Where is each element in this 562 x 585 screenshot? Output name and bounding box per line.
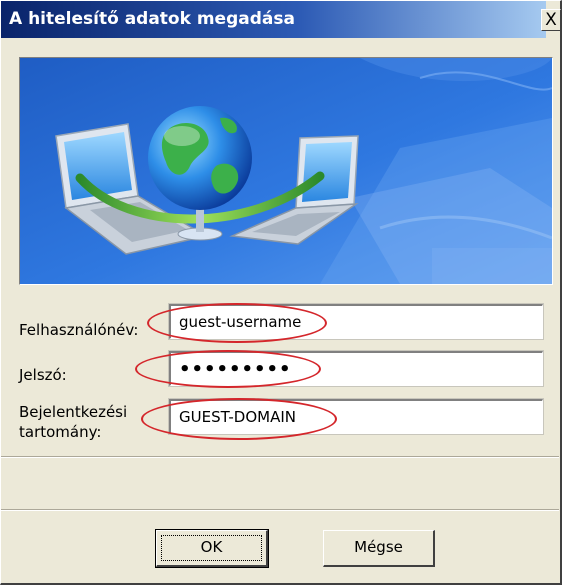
username-label: Felhasználónév:	[19, 321, 139, 339]
dialog-title: A hitelesítő adatok megadása	[9, 9, 295, 29]
ok-button[interactable]: OK	[155, 529, 269, 568]
domain-label-line2: tartomány:	[19, 423, 102, 441]
separator-top	[1, 456, 559, 458]
domain-label-line1: Bejelentkezési	[19, 403, 128, 421]
username-input[interactable]	[171, 306, 542, 338]
password-input[interactable]	[171, 353, 542, 385]
password-field[interactable]	[168, 350, 544, 387]
domain-field[interactable]	[168, 398, 544, 435]
close-icon: X	[545, 10, 557, 30]
credentials-dialog: A hitelesítő adatok megadása X Felhaszná…	[0, 0, 562, 585]
network-globe-laptops-icon	[20, 58, 552, 284]
cancel-button[interactable]: Mégse	[323, 530, 435, 567]
title-bar[interactable]: A hitelesítő adatok megadása	[1, 1, 546, 38]
username-field[interactable]	[168, 303, 544, 340]
separator-bottom	[1, 509, 559, 511]
banner-frame	[19, 57, 553, 285]
cancel-button-label: Mégse	[354, 538, 403, 556]
close-button[interactable]: X	[541, 9, 561, 31]
domain-input[interactable]	[171, 401, 542, 433]
password-label: Jelszó:	[19, 366, 67, 384]
ok-button-label: OK	[200, 538, 223, 556]
